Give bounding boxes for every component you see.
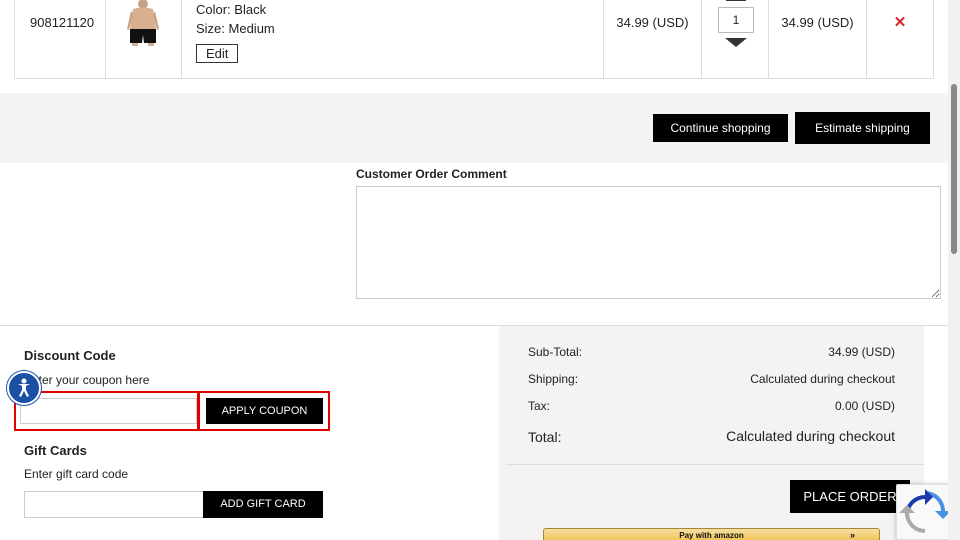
close-icon[interactable]: ✕ xyxy=(894,14,907,31)
product-thumbnail[interactable] xyxy=(106,0,182,78)
order-comment-label: Customer Order Comment xyxy=(356,167,507,181)
shipping-label: Shipping: xyxy=(528,372,579,386)
continue-shopping-button[interactable]: Continue shopping xyxy=(653,114,788,142)
order-comment-field[interactable] xyxy=(356,186,941,299)
order-summary: Sub-Total: 34.99 (USD) Shipping: Calcula… xyxy=(499,326,924,540)
place-order-button[interactable]: PLACE ORDER xyxy=(790,480,910,513)
item-price: 34.99 (USD) xyxy=(604,0,702,78)
total-value: Calculated during checkout xyxy=(726,428,895,444)
item-size: Size: Medium xyxy=(196,21,275,36)
cart-actions-bar: Continue shopping Estimate shipping xyxy=(0,93,948,163)
add-gift-card-button[interactable]: ADD GIFT CARD xyxy=(203,491,323,518)
shipping-value: Calculated during checkout xyxy=(750,372,895,386)
gift-cards-title: Gift Cards xyxy=(24,443,87,458)
coupon-input-highlight xyxy=(14,391,199,431)
pay-with-amazon-button[interactable]: Pay with amazon » xyxy=(543,528,880,540)
quantity-stepper: 1 xyxy=(702,0,769,78)
tax-label: Tax: xyxy=(528,399,551,413)
scrollbar-thumb[interactable] xyxy=(951,84,957,254)
accessibility-icon[interactable] xyxy=(7,371,41,405)
gift-card-input[interactable] xyxy=(24,491,204,518)
remove-item-button[interactable]: ✕ xyxy=(867,0,933,78)
quantity-decrease-button[interactable] xyxy=(725,38,747,47)
recaptcha-icon[interactable] xyxy=(896,484,952,540)
estimate-shipping-button[interactable]: Estimate shipping xyxy=(795,112,930,144)
quantity-input[interactable]: 1 xyxy=(718,7,754,33)
edit-item-button[interactable]: Edit xyxy=(196,44,239,63)
item-color: Color: Black xyxy=(196,2,267,17)
double-chevron-icon: » xyxy=(849,530,855,540)
discount-code-title: Discount Code xyxy=(24,348,116,363)
quantity-increase-button[interactable] xyxy=(726,0,746,1)
subtotal-label: Sub-Total: xyxy=(528,345,583,359)
boxer-shorts-image xyxy=(127,0,159,46)
item-description: Color: Black Size: Medium Edit xyxy=(182,0,604,78)
cart-item-row: 908121120 Color: Black Size: Medium Edit… xyxy=(14,0,934,79)
tax-value: 0.00 (USD) xyxy=(834,399,895,413)
summary-divider xyxy=(506,464,924,465)
amazon-pay-label: Pay with amazon xyxy=(679,531,744,540)
gift-card-hint: Enter gift card code xyxy=(24,467,129,481)
page-scrollbar[interactable] xyxy=(948,0,960,540)
item-total: 34.99 (USD) xyxy=(769,0,867,78)
discount-code-hint: Enter your coupon here xyxy=(24,373,150,387)
item-sku: 908121120 xyxy=(15,0,106,78)
subtotal-value: 34.99 (USD) xyxy=(828,345,895,359)
total-label: Total: xyxy=(528,429,562,445)
apply-coupon-highlight xyxy=(198,391,330,431)
